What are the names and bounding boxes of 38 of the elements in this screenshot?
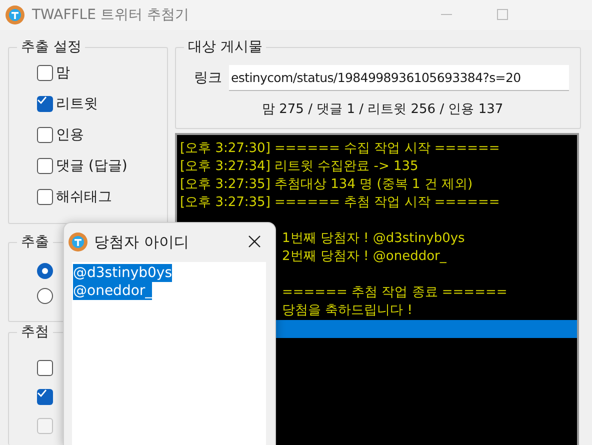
checkbox-label: 해쉬태그 — [56, 188, 112, 206]
checkbox[interactable] — [37, 158, 53, 174]
link-field[interactable]: estinycom/status/1984998936105693384?s=20 — [229, 65, 569, 91]
checkbox[interactable] — [37, 360, 53, 376]
checkbox[interactable] — [37, 127, 53, 143]
log-line: [오후 3:27:35] 추첨대상 134 명 (중복 1 건 제외) — [180, 176, 473, 194]
check-icon — [37, 389, 47, 397]
winners-text-area[interactable]: @d3stinyb0ys @oneddor_ — [72, 262, 266, 445]
app-logo-icon — [68, 232, 88, 252]
checkbox[interactable] — [37, 189, 53, 205]
checkbox-label: 인용 — [56, 126, 84, 144]
window-title: TWAFFLE 트위터 추첨기 — [32, 6, 189, 24]
app-logo-icon — [5, 5, 25, 25]
log-row[interactable]: [오후 3:27:34] 리트윗 수집완료 -> 135 — [177, 158, 577, 176]
checkbox[interactable] — [37, 96, 53, 112]
log-line: [오후 3:27:34] 리트윗 수집완료 -> 135 — [180, 158, 418, 176]
log-line: [오후 3:27:30] ====== 수집 작업 시작 ====== — [180, 140, 500, 158]
log-row[interactable]: [오후 3:27:35] ====== 추첨 작업 시작 ====== — [177, 194, 577, 212]
checkbox[interactable] — [37, 65, 53, 81]
winner-id: @d3stinyb0ys — [73, 264, 172, 282]
dialog-title: 당첨자 아이디 — [94, 232, 189, 253]
log-line: [오후 3:27:35] ====== 추첨 작업 시작 ====== — [180, 194, 500, 212]
log-line: 2번째 당첨자 ! @oneddor_ — [282, 248, 446, 266]
close-icon[interactable] — [248, 235, 261, 248]
checkbox-label: 리트윗 — [56, 94, 98, 114]
post-stats: 맘 275 / 댓글 1 / 리트윗 256 / 인용 137 — [262, 101, 504, 119]
log-row[interactable]: [오후 3:27:30] ====== 수집 작업 시작 ====== — [177, 140, 577, 158]
check-icon — [37, 96, 47, 104]
checkbox[interactable] — [37, 389, 53, 405]
checkbox-label: 댓글 (답글) — [56, 156, 128, 176]
radio-button[interactable] — [37, 288, 53, 304]
winner-id: @oneddor_ — [73, 282, 152, 300]
log-row[interactable]: [오후 3:27:35] 추첨대상 134 명 (중복 1 건 제외) — [177, 176, 577, 194]
checkbox-label: 맘 — [56, 64, 70, 82]
link-label: 링크 — [194, 68, 222, 88]
log-line: 당첨을 축하드립니다 ! — [282, 302, 412, 320]
radio-button[interactable] — [37, 263, 53, 279]
log-line: ====== 추첨 작업 종료 ====== — [282, 284, 508, 302]
